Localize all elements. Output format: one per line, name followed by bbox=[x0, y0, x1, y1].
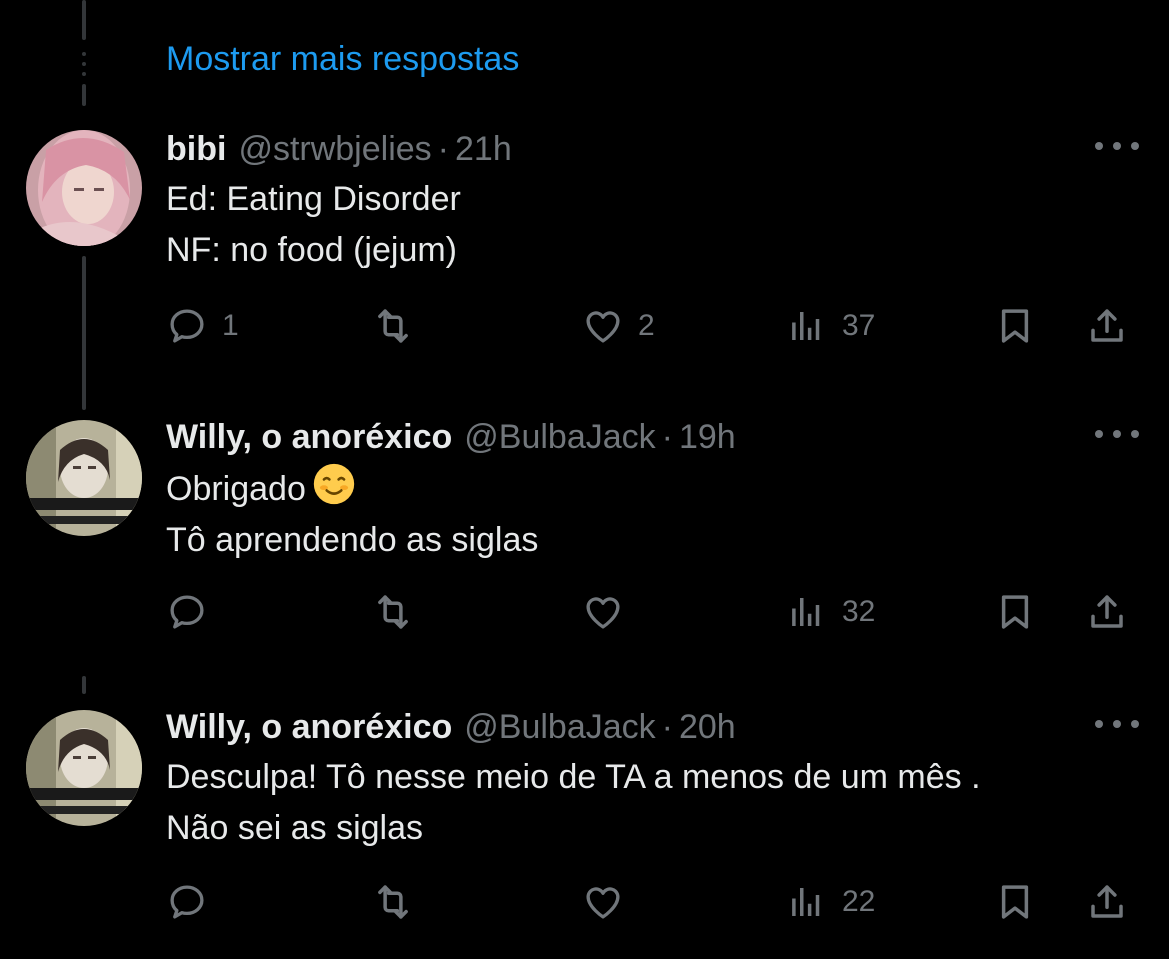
reply-button[interactable] bbox=[166, 588, 222, 636]
share-button[interactable] bbox=[1086, 302, 1128, 350]
views-button[interactable]: 32 bbox=[786, 588, 875, 636]
tweet-header: bibi @strwbjelies · 21h bbox=[166, 130, 512, 170]
smiling-face-emoji-icon bbox=[313, 463, 355, 505]
share-button[interactable] bbox=[1086, 878, 1128, 926]
bookmark-icon bbox=[1001, 309, 1029, 343]
avatar[interactable] bbox=[26, 420, 142, 536]
tweet-header: Willy, o anoréxico @BulbaJack · 19h bbox=[166, 418, 736, 458]
user-handle[interactable]: @BulbaJack bbox=[464, 418, 655, 457]
timestamp[interactable]: 19h bbox=[679, 418, 736, 457]
display-name[interactable]: bibi bbox=[166, 130, 226, 169]
bookmark-button[interactable] bbox=[994, 302, 1036, 350]
tweet-text-line: Ed: Eating Disorder bbox=[166, 180, 461, 218]
bookmark-icon bbox=[1001, 885, 1029, 919]
avatar[interactable] bbox=[26, 130, 142, 246]
views-button[interactable]: 22 bbox=[786, 878, 875, 926]
user-handle[interactable]: @strwbjelies bbox=[238, 130, 431, 169]
tweet-text: Ed: Eating Disorder NF: no food (jejum) bbox=[166, 174, 461, 276]
thread-line-upper bbox=[82, 84, 86, 106]
reply-thread: Mostrar mais respostas bibi @strwbjelies… bbox=[0, 0, 1169, 959]
tweet-text-line: Desculpa! Tô nesse meio de TA a menos de… bbox=[166, 758, 981, 796]
bookmark-button[interactable] bbox=[994, 878, 1036, 926]
views-button[interactable]: 37 bbox=[786, 302, 875, 350]
reply-count: 1 bbox=[222, 309, 239, 342]
tweet-text: Desculpa! Tô nesse meio de TA a menos de… bbox=[166, 752, 981, 854]
tweet-text-line: Obrigado bbox=[166, 462, 538, 515]
like-count: 2 bbox=[638, 309, 655, 342]
retweet-icon bbox=[378, 595, 408, 629]
more-options-icon[interactable] bbox=[1095, 714, 1139, 734]
views-count: 37 bbox=[842, 309, 876, 342]
like-button[interactable] bbox=[582, 588, 638, 636]
tweet-text-line-content: Obrigado bbox=[166, 470, 306, 508]
tweet-text-line: Não sei as siglas bbox=[166, 809, 424, 847]
tweet-actions: 22 bbox=[166, 878, 1141, 926]
share-icon bbox=[1091, 309, 1123, 342]
reply-button[interactable]: 1 bbox=[166, 302, 239, 350]
separator: · bbox=[437, 130, 449, 168]
timestamp[interactable]: 21h bbox=[455, 130, 512, 169]
tweet-actions: 32 bbox=[166, 588, 1141, 636]
retweet-icon bbox=[378, 885, 408, 919]
separator: · bbox=[661, 708, 673, 746]
share-button[interactable] bbox=[1086, 588, 1128, 636]
display-name[interactable]: Willy, o anoréxico bbox=[166, 708, 452, 747]
thread-dot bbox=[82, 72, 86, 76]
retweet-button[interactable] bbox=[372, 588, 428, 636]
tweet-text-line: Tô aprendendo as siglas bbox=[166, 521, 539, 559]
user-handle[interactable]: @BulbaJack bbox=[464, 708, 655, 747]
bookmark-icon bbox=[1001, 595, 1029, 629]
retweet-button[interactable] bbox=[372, 878, 428, 926]
reply-icon bbox=[170, 595, 204, 629]
avatar[interactable] bbox=[26, 710, 142, 826]
views-icon bbox=[792, 888, 820, 916]
retweet-icon bbox=[378, 309, 408, 343]
heart-icon bbox=[586, 597, 620, 629]
more-options-icon[interactable] bbox=[1095, 136, 1139, 156]
thread-line-lower bbox=[82, 676, 86, 694]
show-more-replies-link[interactable]: Mostrar mais respostas bbox=[166, 40, 519, 79]
tweet-header: Willy, o anoréxico @BulbaJack · 20h bbox=[166, 708, 736, 748]
separator: · bbox=[661, 418, 673, 456]
thread-line-middle bbox=[82, 256, 86, 410]
views-count: 22 bbox=[842, 885, 876, 918]
more-options-icon[interactable] bbox=[1095, 424, 1139, 444]
bookmark-button[interactable] bbox=[994, 588, 1036, 636]
heart-icon bbox=[586, 887, 620, 919]
views-icon bbox=[792, 598, 820, 626]
tweet-actions: 1 2 37 bbox=[166, 302, 1141, 350]
tweet-text-line: NF: no food (jejum) bbox=[166, 231, 457, 269]
thread-dot bbox=[82, 52, 86, 56]
retweet-button[interactable] bbox=[372, 302, 428, 350]
like-button[interactable] bbox=[582, 878, 638, 926]
share-icon bbox=[1091, 595, 1123, 628]
heart-icon bbox=[586, 311, 620, 343]
timestamp[interactable]: 20h bbox=[679, 708, 736, 747]
reply-icon bbox=[170, 309, 204, 343]
reply-icon bbox=[170, 885, 204, 919]
views-count: 32 bbox=[842, 595, 876, 628]
thread-dot bbox=[82, 62, 86, 66]
reply-button[interactable] bbox=[166, 878, 222, 926]
display-name[interactable]: Willy, o anoréxico bbox=[166, 418, 452, 457]
tweet-text: Obrigado Tô aprendendo as siglas bbox=[166, 462, 538, 566]
share-icon bbox=[1091, 885, 1123, 918]
thread-line-top bbox=[82, 0, 86, 40]
views-icon bbox=[792, 312, 820, 340]
like-button[interactable]: 2 bbox=[582, 302, 655, 350]
